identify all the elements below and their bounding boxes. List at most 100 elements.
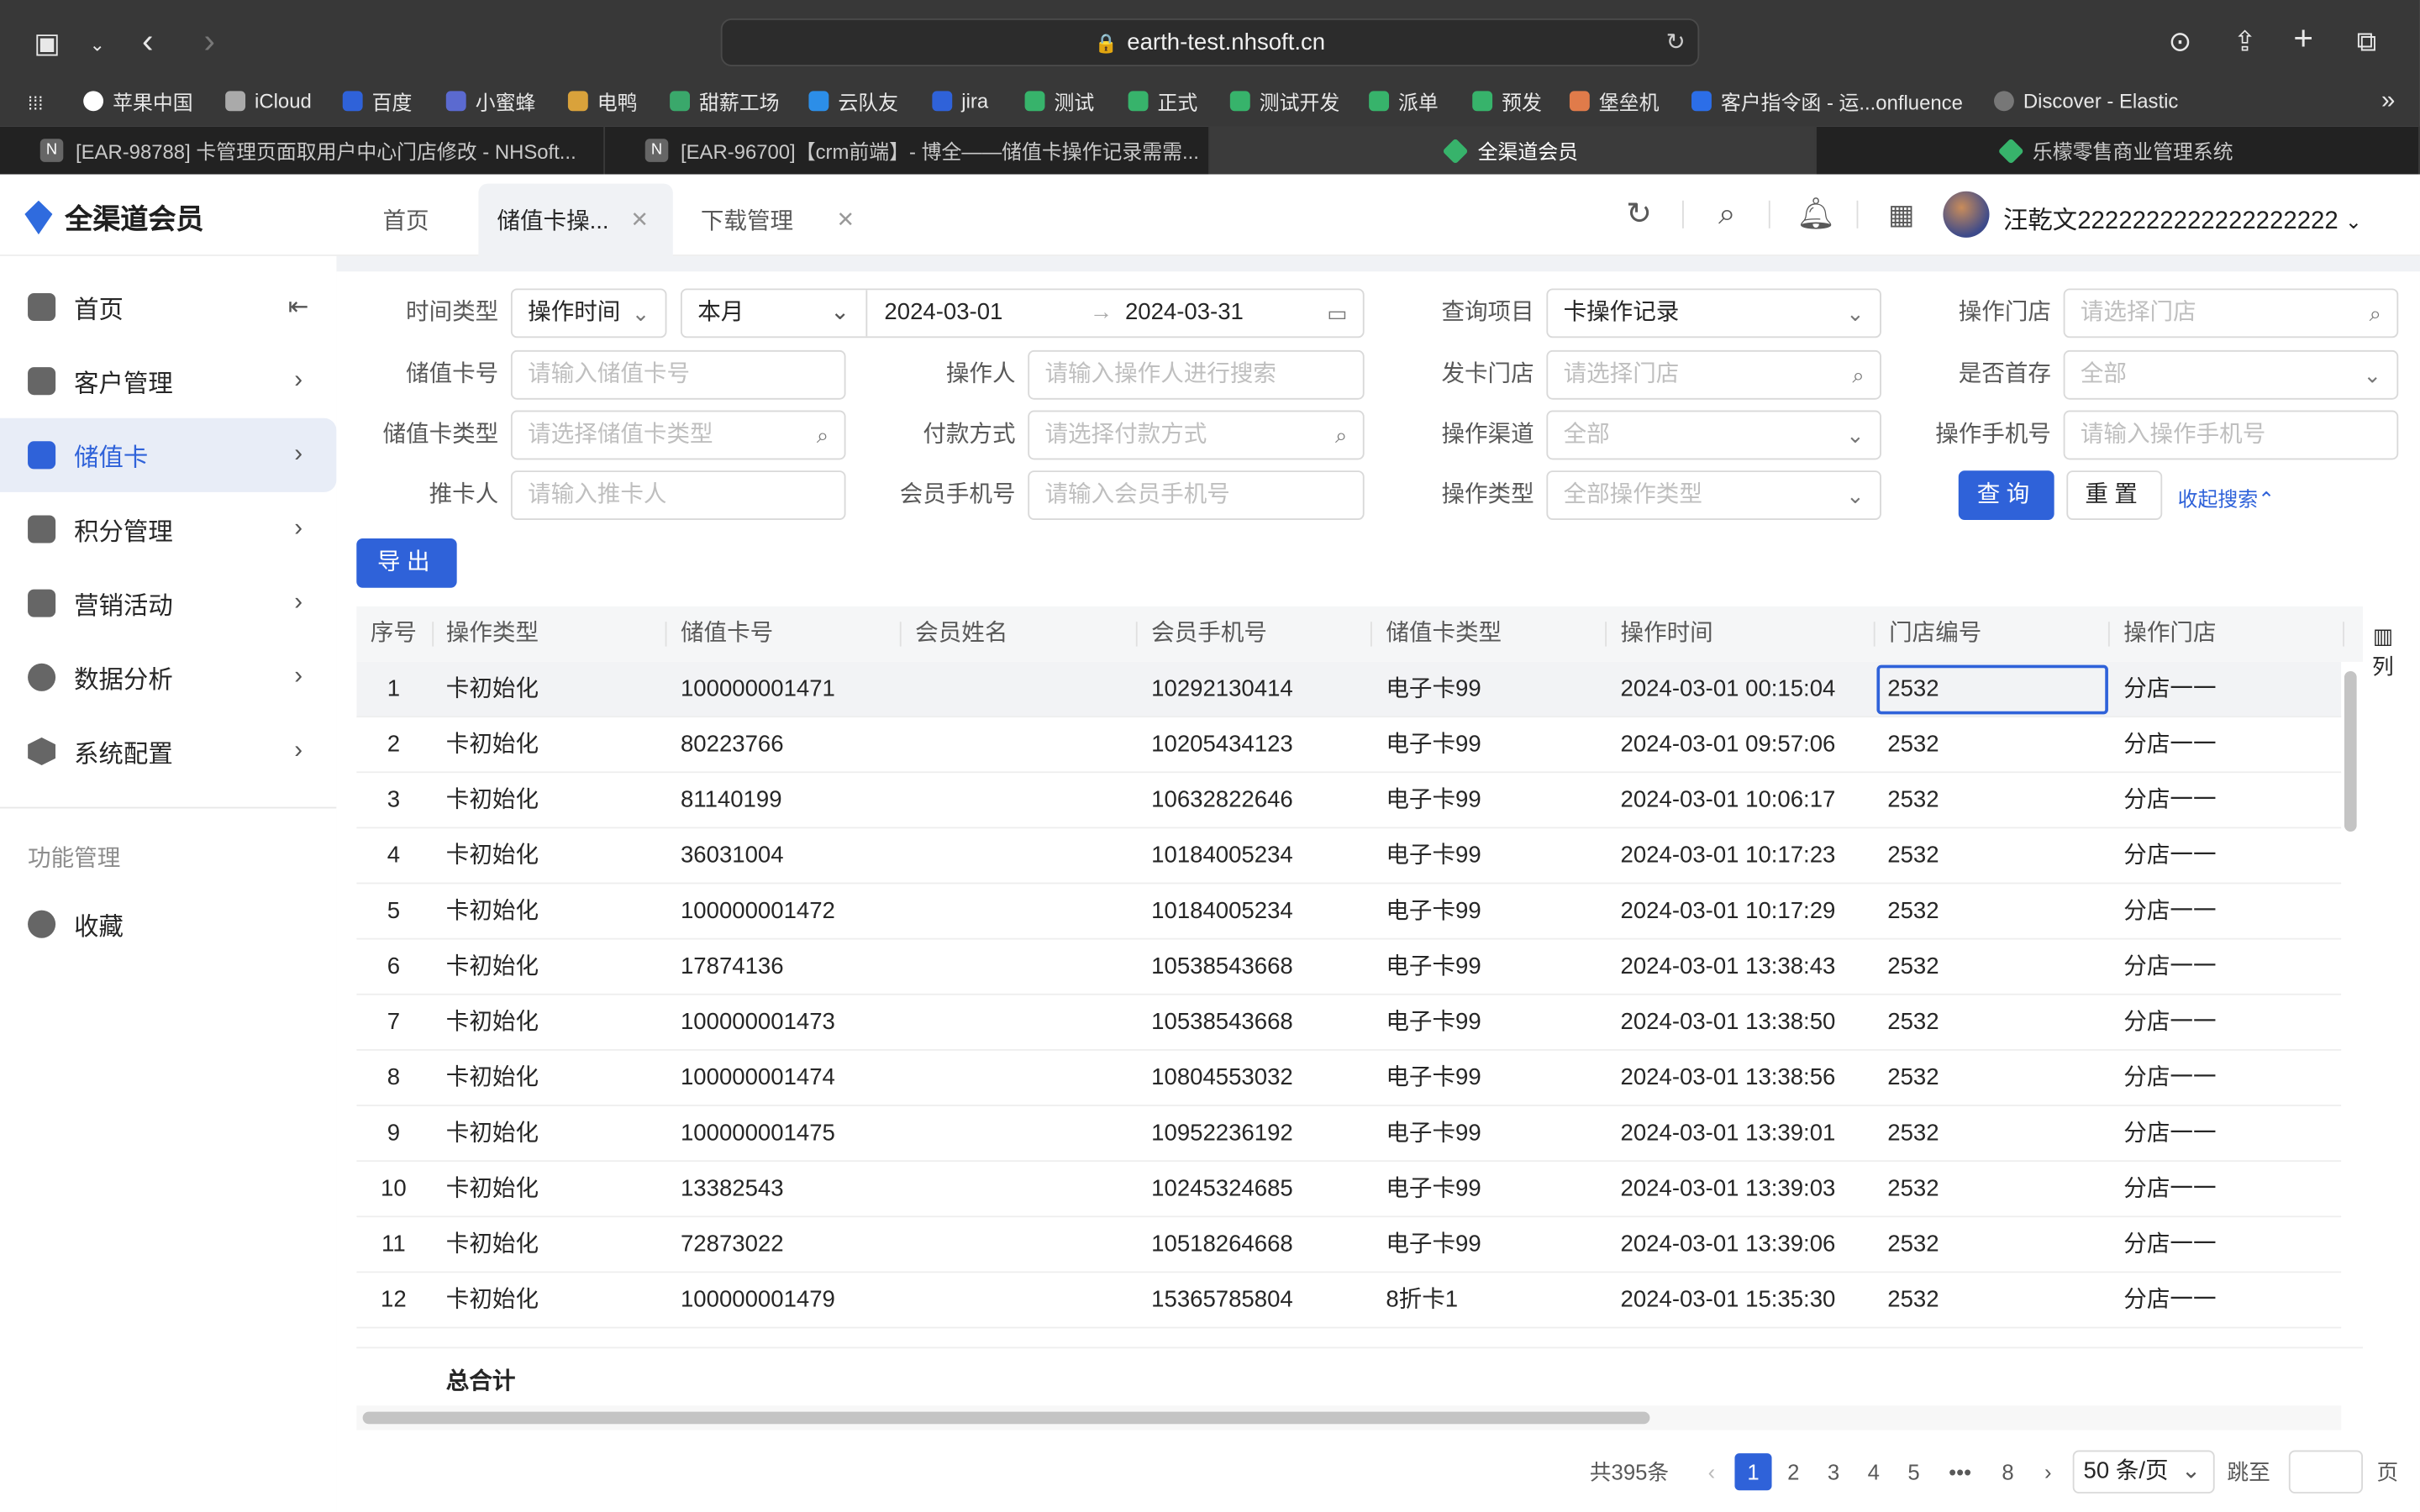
table-cell[interactable]: 分店一一 xyxy=(2123,940,2216,995)
browser-tab[interactable]: N [EAR-96700]【crm前端】- 博全——储值卡操作记录需需... xyxy=(605,126,1210,175)
member-phone-input[interactable]: 请输入会员手机号 xyxy=(1028,470,1365,520)
table-cell[interactable]: 卡初始化 xyxy=(446,1051,539,1106)
op-store-input[interactable]: 请选择门店 ⌕ xyxy=(2063,288,2399,339)
table-cell[interactable]: 卡初始化 xyxy=(446,884,539,939)
table-cell[interactable]: 2024-03-01 00:15:04 xyxy=(1621,662,1836,717)
address-bar[interactable]: 🔒 earth-test.nhsoft.cn ↻ xyxy=(720,18,1700,66)
table-cell[interactable]: 卡初始化 xyxy=(446,1217,539,1273)
avatar[interactable] xyxy=(1943,191,1990,238)
column-header[interactable]: 储值卡号 xyxy=(681,606,773,662)
browser-tab[interactable]: N [EAR-98788] 卡管理页面取用户中心门店修改 - NHSoft... xyxy=(0,126,605,175)
date-start[interactable]: 2024-03-01 xyxy=(884,290,1002,336)
date-end[interactable]: 2024-03-31 xyxy=(1125,290,1244,336)
bookmark[interactable]: iCloud xyxy=(225,87,312,114)
table-cell[interactable]: 2532 xyxy=(1887,1162,1939,1217)
table-cell[interactable]: 分店一一 xyxy=(2123,662,2216,717)
reload-icon[interactable]: ↻ xyxy=(1666,20,1686,65)
back-icon[interactable]: ‹ xyxy=(142,24,153,57)
bookmark[interactable]: 客户指令函 - 运...onfluence xyxy=(1691,87,1963,114)
table-cell[interactable]: 10538543668 xyxy=(1151,995,1293,1051)
column-settings-button[interactable]: ▥ 列 xyxy=(2365,620,2402,681)
table-cell[interactable]: 电子卡99 xyxy=(1386,1051,1481,1106)
table-cell[interactable]: 电子卡99 xyxy=(1386,884,1481,939)
table-cell[interactable]: 72873022 xyxy=(681,1217,784,1273)
forward-icon[interactable]: › xyxy=(203,24,214,57)
table-cell[interactable]: 13382543 xyxy=(681,1162,784,1217)
sidebar-item-home[interactable]: 首页 ⇤ xyxy=(0,270,336,344)
table-cell[interactable]: 分店一一 xyxy=(2123,717,2216,773)
table-cell[interactable]: 2024-03-01 10:06:17 xyxy=(1621,773,1836,828)
column-header[interactable]: 序号 xyxy=(371,606,417,662)
table-cell[interactable]: 10245324685 xyxy=(1151,1162,1293,1217)
table-cell[interactable]: 分店一一 xyxy=(2123,995,2216,1051)
table-cell[interactable]: 2024-03-01 09:57:06 xyxy=(1621,717,1836,773)
table-cell[interactable]: 卡初始化 xyxy=(446,1162,539,1217)
bell-icon[interactable]: 🔔︎ xyxy=(1797,197,1836,231)
table-cell[interactable]: 卡初始化 xyxy=(446,662,539,717)
table-cell[interactable]: 分店一一 xyxy=(2123,1162,2216,1217)
table-cell[interactable]: 2024-03-01 13:39:01 xyxy=(1621,1106,1836,1162)
table-cell[interactable]: 10184005234 xyxy=(1151,884,1293,939)
table-cell[interactable]: 2532 xyxy=(1887,773,1939,828)
table-cell[interactable]: 电子卡99 xyxy=(1386,940,1481,995)
pagination-page[interactable]: 5 xyxy=(1895,1453,1932,1490)
bookmark[interactable]: 测试开发 xyxy=(1229,87,1339,114)
table-cell[interactable]: 2024-03-01 10:17:23 xyxy=(1621,828,1836,884)
table-cell[interactable]: 2532 xyxy=(1887,717,1939,773)
table-row[interactable]: 10 卡初始化 13382543 10245324685 电子卡99 2024-03-01… xyxy=(356,1162,2342,1218)
pay-method-input[interactable]: 请选择付款方式 ⌕ xyxy=(1028,410,1365,460)
table-cell[interactable]: 2532 xyxy=(1887,1106,1939,1162)
sidebar-item-favorites[interactable]: 收藏 xyxy=(0,887,336,961)
table-cell[interactable]: 2532 xyxy=(1887,995,1939,1051)
table-cell[interactable]: 2532 xyxy=(1887,1051,1939,1106)
table-row[interactable]: 11 卡初始化 72873022 10518264668 电子卡99 2024-03-01… xyxy=(356,1217,2342,1273)
table-cell[interactable]: 100000001472 xyxy=(681,884,835,939)
download-icon[interactable]: ⊙ xyxy=(2169,28,2192,55)
table-row[interactable]: 3 卡初始化 81140199 10632822646 电子卡99 2024-03-01 … xyxy=(356,773,2342,829)
table-cell[interactable]: 10518264668 xyxy=(1151,1217,1293,1273)
table-cell[interactable]: 卡初始化 xyxy=(446,940,539,995)
table-cell[interactable]: 8折卡1 xyxy=(1386,1273,1458,1328)
jump-input[interactable] xyxy=(2288,1450,2363,1494)
table-cell[interactable]: 电子卡99 xyxy=(1386,828,1481,884)
bookmark[interactable]: 派单 xyxy=(1369,87,1439,114)
table-cell[interactable]: 17874136 xyxy=(681,940,784,995)
vertical-scrollbar[interactable] xyxy=(2343,662,2361,1347)
sidebar-item-marketing[interactable]: 营销活动 › xyxy=(0,566,336,640)
table-cell[interactable]: 100000001475 xyxy=(681,1106,835,1162)
table-cell[interactable]: 2 xyxy=(372,717,415,773)
search-icon[interactable]: ⌕ xyxy=(1710,197,1744,231)
bookmark[interactable]: jira xyxy=(932,87,988,114)
issue-store-input[interactable]: 请选择门店 ⌕ xyxy=(1546,349,1881,400)
table-cell[interactable]: 2024-03-01 15:35:30 xyxy=(1621,1273,1836,1328)
table-cell[interactable]: 15365785804 xyxy=(1151,1273,1293,1328)
pagination-ellipsis[interactable]: ••• xyxy=(1940,1453,1981,1490)
table-cell[interactable]: 分店一一 xyxy=(2123,884,2216,939)
table-cell[interactable]: 2024-03-01 13:38:43 xyxy=(1621,940,1836,995)
bookmark[interactable]: Discover - Elastic xyxy=(1994,87,2178,114)
op-phone-input[interactable]: 请输入操作手机号 xyxy=(2063,410,2399,460)
first-deposit-select[interactable]: 全部 ⌄ xyxy=(2063,349,2399,400)
table-row[interactable]: 1 卡初始化 100000001471 10292130414 电子卡99 2024-03… xyxy=(356,661,2342,718)
table-cell[interactable]: 2532 xyxy=(1887,884,1939,939)
sidebar-item-analytics[interactable]: 数据分析 › xyxy=(0,640,336,714)
column-header[interactable]: 门店编号 xyxy=(1889,606,1981,662)
bookmark[interactable]: 测试 xyxy=(1024,87,1094,114)
table-cell[interactable]: 10184005234 xyxy=(1151,828,1293,884)
reset-button[interactable]: 重置 xyxy=(2066,470,2163,520)
bookmark[interactable]: 甜薪工场 xyxy=(670,87,780,114)
more-bookmarks-icon[interactable]: » xyxy=(2381,88,2395,116)
table-cell[interactable]: 卡初始化 xyxy=(446,717,539,773)
table-cell[interactable]: 10632822646 xyxy=(1151,773,1293,828)
sidebar-item-stored-value-card[interactable]: 储值卡 › xyxy=(0,417,337,492)
channel-select[interactable]: 全部 ⌄ xyxy=(1546,410,1881,460)
table-cell[interactable]: 分店一一 xyxy=(2123,1051,2216,1106)
table-cell[interactable]: 80223766 xyxy=(681,717,784,773)
refresh-icon[interactable]: ↻ xyxy=(1622,197,1655,231)
share-icon[interactable]: ⇪ xyxy=(2233,28,2257,55)
page-tab-downloads[interactable]: 下载管理 ✕ xyxy=(682,184,873,256)
collapse-sidebar-icon[interactable]: ⇤ xyxy=(288,291,309,323)
table-cell[interactable]: 10538543668 xyxy=(1151,940,1293,995)
table-cell[interactable]: 分店一一 xyxy=(2123,1106,2216,1162)
table-cell[interactable]: 10205434123 xyxy=(1151,717,1293,773)
